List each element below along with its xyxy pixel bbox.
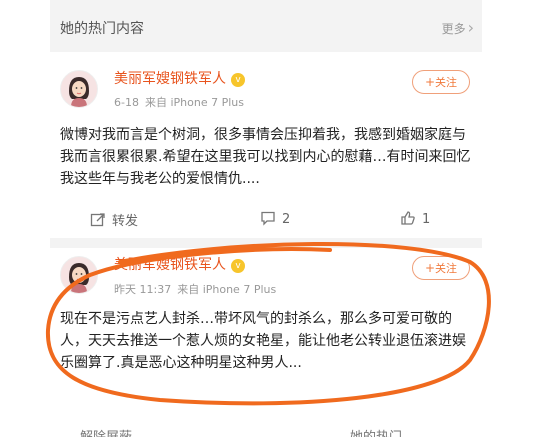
post-source: 来自 iPhone 7 Plus xyxy=(144,96,244,109)
section-title: 她的热门内容 xyxy=(60,21,144,37)
post-card: 美丽军嫂钢铁军人 v 6-18 来自 iPhone 7 Plus +关注 微博对我而… xyxy=(50,52,482,238)
more-label: 更多 xyxy=(441,22,466,36)
section-header: 她的热门内容 更多 › xyxy=(50,0,482,52)
more-link[interactable]: 更多 › xyxy=(442,18,474,37)
post-time: 6-18 xyxy=(114,96,139,109)
post-source: 来自 iPhone 7 Plus xyxy=(177,283,277,296)
post-time: 昨天 11:37 xyxy=(114,283,172,296)
hot-content-button[interactable]: 她的热门 xyxy=(350,426,402,437)
avatar[interactable] xyxy=(60,70,98,108)
verified-badge-icon: v xyxy=(231,73,245,87)
repost-button[interactable]: 转发 xyxy=(90,210,138,229)
like-button[interactable]: 1 xyxy=(400,210,430,227)
comment-button[interactable]: 2 xyxy=(260,210,290,227)
post-meta: 昨天 11:37 来自 iPhone 7 Plus xyxy=(114,281,276,297)
comment-icon xyxy=(261,211,275,226)
follow-button[interactable]: +关注 xyxy=(412,256,470,280)
post-actions: 转发 2 1 xyxy=(50,206,482,234)
verified-badge-icon: v xyxy=(231,259,245,273)
post-card: 美丽军嫂钢铁军人 v 昨天 11:37 来自 iPhone 7 Plus +关注 现… xyxy=(50,248,482,437)
weibo-screenshot: 她的热门内容 更多 › 美丽军嫂钢铁军人 v 6-18 来自 iPhone 7 Plu… xyxy=(50,0,482,437)
post-text: 现在不是污点艺人封杀…带坏风气的封杀么，那么多可爱可敬的人，天天去推送一个惹人烦… xyxy=(60,311,466,371)
post-text: 微博对我而言是个树洞，很多事情会压抑着我，我感到婚姻家庭与我而言很累很累.希望在… xyxy=(60,127,471,187)
username[interactable]: 美丽军嫂钢铁军人 v xyxy=(114,254,245,274)
post-meta: 6-18 来自 iPhone 7 Plus xyxy=(114,94,244,110)
plus-icon: + xyxy=(424,261,436,275)
username[interactable]: 美丽军嫂钢铁军人 v xyxy=(114,68,245,88)
avatar[interactable] xyxy=(60,256,98,294)
unblock-button[interactable]: 解除屏蔽 xyxy=(80,426,132,437)
chevron-right-icon: › xyxy=(467,18,474,37)
plus-icon: + xyxy=(424,75,436,89)
repost-icon xyxy=(90,213,105,227)
thumbs-up-icon xyxy=(401,211,415,225)
follow-button[interactable]: +关注 xyxy=(412,70,470,94)
